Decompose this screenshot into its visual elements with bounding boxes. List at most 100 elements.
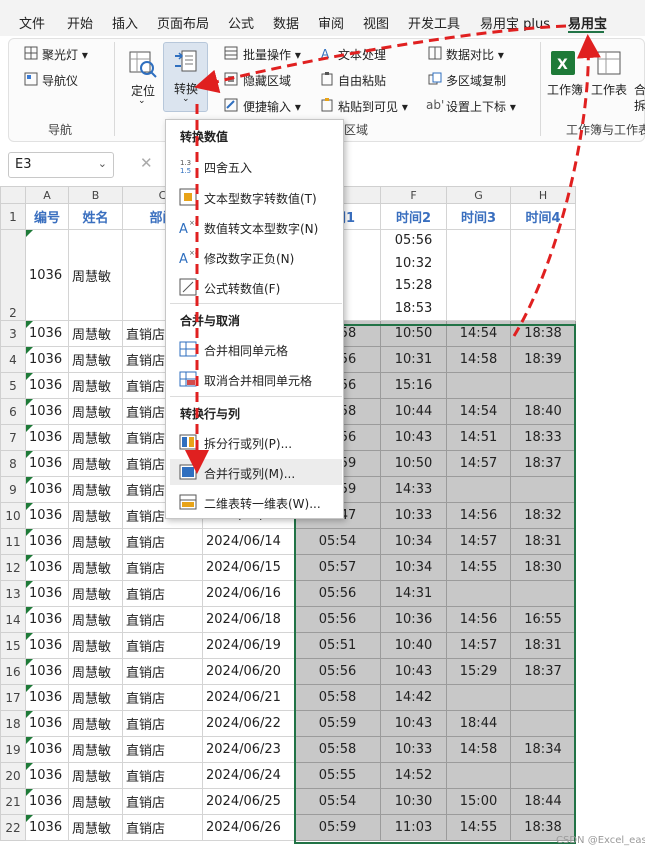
cell-time[interactable] [446, 580, 511, 607]
row-header[interactable]: 18 [0, 710, 26, 737]
menu-item-unmerge-same[interactable]: 取消合并相同单元格 [170, 366, 342, 392]
tab-yiyongbao-plus[interactable]: 易用宝 plus [480, 13, 550, 32]
tab-review[interactable]: 审阅 [318, 13, 344, 32]
row-header[interactable]: 4 [0, 346, 26, 373]
cell-time[interactable]: 10:43 [380, 424, 447, 451]
tab-page-layout[interactable]: 页面布局 [157, 13, 209, 32]
row-header[interactable]: 5 [0, 372, 26, 399]
cell-name[interactable]: 周慧敏 [68, 398, 123, 425]
cell-id[interactable]: 1036 [25, 476, 69, 503]
chevron-down-icon[interactable]: ⌄ [98, 157, 107, 170]
row-header[interactable]: 7 [0, 424, 26, 451]
cell-time[interactable] [446, 229, 511, 321]
cell-name[interactable]: 周慧敏 [68, 554, 123, 581]
sub-sup-button[interactable]: 设置上下标 ▾ [446, 98, 516, 115]
table-row[interactable]: 15 1036 周慧敏 直销店 2024/06/19 05:51 10:40 14:57 18:… [0, 632, 576, 659]
cell-time[interactable]: 05:57 [294, 554, 381, 581]
cell-time[interactable]: 05:56 [294, 658, 381, 685]
cell-time[interactable]: 10:30 [380, 788, 447, 815]
cell-name[interactable]: 周慧敏 [68, 320, 123, 347]
cell-id[interactable]: 1036 [25, 372, 69, 399]
cell-name[interactable]: 周慧敏 [68, 580, 123, 607]
cell-time[interactable]: 14:54 [446, 320, 511, 347]
tab-formulas[interactable]: 公式 [228, 13, 254, 32]
tab-view[interactable]: 视图 [363, 13, 389, 32]
cell-id[interactable]: 1036 [25, 502, 69, 529]
cell-time[interactable]: 18:44 [446, 710, 511, 737]
cell-time[interactable]: 16:55 [510, 606, 576, 633]
cell-date[interactable]: 2024/06/24 [202, 762, 295, 789]
hide-area-button[interactable]: 隐藏区域 [243, 72, 291, 89]
row-header[interactable]: 2 [0, 229, 26, 321]
row-header[interactable]: 12 [0, 554, 26, 581]
cell-name[interactable]: 周慧敏 [68, 658, 123, 685]
cell-name[interactable]: 周慧敏 [68, 788, 123, 815]
header-cell[interactable]: 时间2 [380, 203, 447, 230]
cell-time[interactable]: 10:34 [380, 554, 447, 581]
cell-dept[interactable]: 直销店 [122, 736, 203, 763]
menu-item-merge-rows-cols[interactable]: 合并行或列(M)... [170, 459, 342, 485]
table-row[interactable]: 16 1036 周慧敏 直销店 2024/06/20 05:56 10:43 15:29 18:… [0, 658, 576, 685]
cell-id[interactable]: 1036 [25, 398, 69, 425]
cell-time[interactable]: 14:52 [380, 762, 447, 789]
cell-dept[interactable]: 直销店 [122, 710, 203, 737]
header-cell[interactable]: 姓名 [68, 203, 123, 230]
multi-copy-button[interactable]: 多区域复制 [446, 72, 506, 89]
row-header[interactable]: 19 [0, 736, 26, 763]
cell-id[interactable]: 1036 [25, 424, 69, 451]
cell-name[interactable]: 周慧敏 [68, 476, 123, 503]
cell-name[interactable]: 周慧敏 [68, 606, 123, 633]
menu-item-merge-same[interactable]: 合并相同单元格 [170, 336, 342, 362]
table-row[interactable]: 19 1036 周慧敏 直销店 2024/06/23 05:58 10:33 14:58 18:… [0, 736, 576, 763]
easy-input-button[interactable]: 便捷输入 ▾ [243, 98, 301, 115]
cell-time[interactable]: 05:56 [294, 606, 381, 633]
cell-time[interactable]: 15:16 [380, 372, 447, 399]
row-header[interactable]: 21 [0, 788, 26, 815]
table-row[interactable]: 14 1036 周慧敏 直销店 2024/06/18 05:56 10:36 14:56 16:… [0, 606, 576, 633]
cell-time[interactable]: 18:31 [510, 528, 576, 555]
cell-time[interactable]: 10:40 [380, 632, 447, 659]
cell-time[interactable]: 10:36 [380, 606, 447, 633]
cell-name[interactable]: 周慧敏 [68, 528, 123, 555]
header-cell[interactable]: 时间3 [446, 203, 511, 230]
column-header[interactable]: G [446, 186, 511, 204]
cell-date[interactable]: 2024/06/16 [202, 580, 295, 607]
cell-time[interactable]: 18:31 [510, 632, 576, 659]
row-header[interactable]: 13 [0, 580, 26, 607]
cell-time[interactable]: 14:58 [446, 736, 511, 763]
cell-time[interactable]: 10:43 [380, 658, 447, 685]
menu-item-text-to-number[interactable]: 文本型数字转数值(T) [170, 184, 342, 210]
cell-date[interactable]: 2024/06/18 [202, 606, 295, 633]
row-header[interactable]: 20 [0, 762, 26, 789]
row-header[interactable]: 11 [0, 528, 26, 555]
cell-time[interactable]: 14:55 [446, 814, 511, 841]
menu-item-number-to-text[interactable]: A×4 数值转文本型数字(N) [170, 214, 342, 240]
cell-time[interactable]: 10:50 [380, 320, 447, 347]
row-header[interactable]: 22 [0, 814, 26, 841]
cell-time[interactable] [510, 580, 576, 607]
cell-time[interactable] [510, 476, 576, 503]
cell-id[interactable]: 1036 [25, 788, 69, 815]
table-row[interactable]: 12 1036 周慧敏 直销店 2024/06/15 05:57 10:34 14:55 18:… [0, 554, 576, 581]
cell-date[interactable]: 2024/06/22 [202, 710, 295, 737]
menu-item-formula-to-value[interactable]: 公式转数值(F) [170, 274, 342, 300]
cell-time[interactable]: 05:58 [294, 736, 381, 763]
menu-item-split-rows-cols[interactable]: 拆分行或列(P)... [170, 429, 342, 455]
cell-time[interactable]: 11:03 [380, 814, 447, 841]
cell-time[interactable]: 18:32 [510, 502, 576, 529]
text-process-button[interactable]: 文本处理 [338, 46, 386, 63]
header-cell[interactable]: 编号 [25, 203, 69, 230]
cell-dept[interactable]: 直销店 [122, 580, 203, 607]
tab-file[interactable]: 文件 [19, 13, 45, 32]
cell-id[interactable]: 1036 [25, 320, 69, 347]
row-header[interactable]: 3 [0, 320, 26, 347]
name-box[interactable]: E3 ⌄ [8, 152, 114, 178]
header-cell[interactable]: 时间4 [510, 203, 576, 230]
table-row[interactable]: 11 1036 周慧敏 直销店 2024/06/14 05:54 10:34 14:57 18:… [0, 528, 576, 555]
cell-time[interactable]: 14:57 [446, 450, 511, 477]
cell-time[interactable]: 18:34 [510, 736, 576, 763]
table-row[interactable]: 20 1036 周慧敏 直销店 2024/06/24 05:55 14:52 [0, 762, 576, 789]
cell-time[interactable]: 18:30 [510, 554, 576, 581]
cell-name[interactable]: 周慧敏 [68, 632, 123, 659]
row-header[interactable]: 6 [0, 398, 26, 425]
